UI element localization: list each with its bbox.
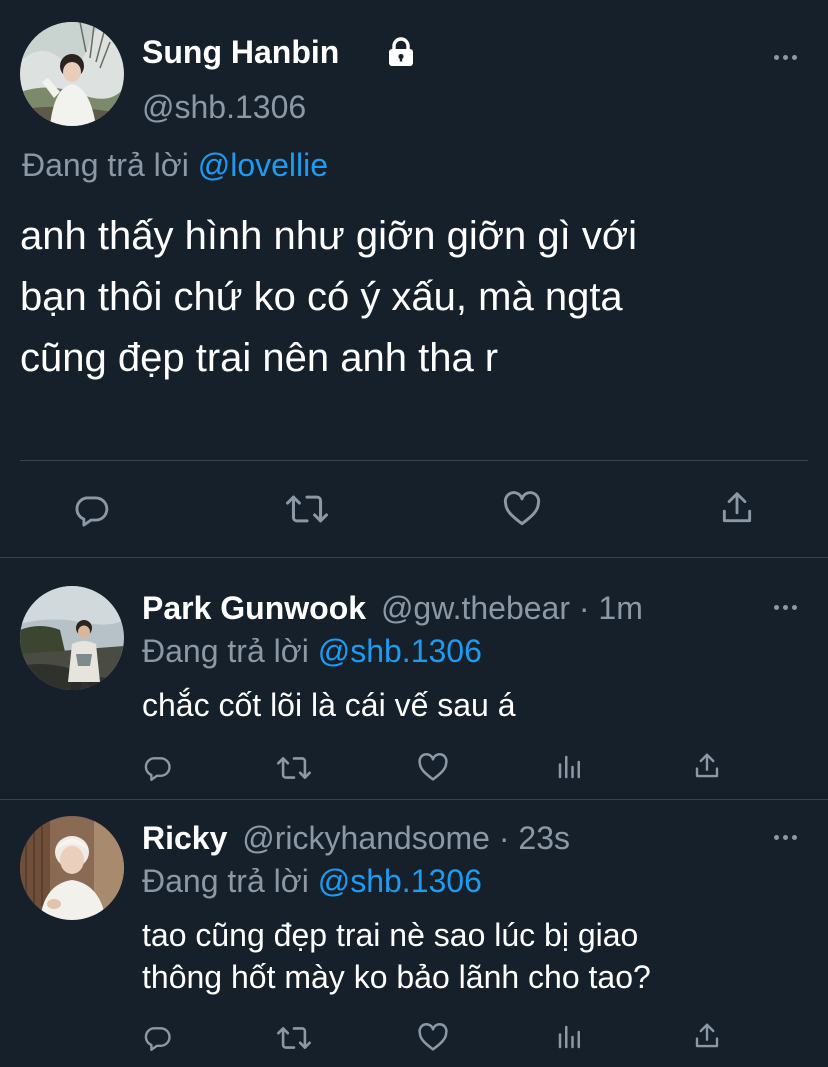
reply-icon[interactable] [72, 490, 110, 528]
timestamp[interactable]: · 23s [499, 820, 570, 856]
share-icon[interactable] [718, 489, 756, 527]
handle[interactable]: @shb.1306 [142, 88, 306, 126]
more-icon[interactable] [774, 832, 802, 842]
tweet-text-line: anh thấy hình như giỡn giỡn gì với [20, 214, 637, 258]
retweet-icon[interactable] [285, 490, 329, 528]
tweet-text: chắc cốt lõi là cái vế sau á [142, 685, 516, 725]
tweet-text-line: chắc cốt lõi là cái vế sau á [142, 687, 516, 723]
replying-prefix: Đang trả lời [22, 147, 189, 183]
timestamp[interactable]: · 1m [579, 590, 643, 626]
like-icon[interactable] [502, 491, 542, 527]
display-name[interactable]: Ricky [142, 820, 227, 856]
replying-prefix: Đang trả lời [142, 633, 309, 669]
divider [0, 799, 828, 800]
replying-to-link[interactable]: @shb.1306 [318, 633, 482, 669]
more-icon[interactable] [774, 602, 802, 612]
avatar[interactable] [20, 22, 124, 126]
tweet-text-line: tao cũng đẹp trai nè sao lúc bị giao [142, 917, 639, 953]
divider [20, 460, 808, 461]
analytics-icon[interactable] [555, 1022, 585, 1052]
retweet-icon[interactable] [276, 753, 312, 783]
analytics-icon[interactable] [555, 752, 585, 782]
tweet-text-line: bạn thôi chứ ko có ý xấu, mà ngta [20, 275, 623, 319]
avatar[interactable] [20, 816, 124, 920]
tweet-text-line: thông hốt mày ko bảo lãnh cho tao? [142, 959, 651, 995]
handle[interactable]: @gw.thebear [381, 590, 570, 626]
replying-to-link[interactable]: @shb.1306 [318, 863, 482, 899]
lock-icon [386, 37, 416, 67]
more-icon[interactable] [774, 52, 802, 62]
tweet-text: tao cũng đẹp trai nè sao lúc bị giao thô… [142, 914, 651, 998]
replying-to: Đang trả lời @shb.1306 [142, 862, 482, 900]
display-name[interactable]: Sung Hanbin [142, 33, 339, 71]
share-icon[interactable] [692, 751, 722, 781]
replying-prefix: Đang trả lời [142, 863, 309, 899]
tweet-text-line: cũng đẹp trai nên anh tha r [20, 336, 499, 380]
avatar[interactable] [20, 586, 124, 690]
handle[interactable]: @rickyhandsome [242, 820, 490, 856]
reply-header: Ricky @rickyhandsome · 23s [142, 819, 570, 857]
tweet-text: anh thấy hình như giỡn giỡn gì với bạn t… [20, 206, 637, 389]
replying-to: Đang trả lời @shb.1306 [142, 632, 482, 670]
like-icon[interactable] [417, 753, 449, 782]
display-name[interactable]: Park Gunwook [142, 590, 366, 626]
reply-icon[interactable] [142, 1022, 172, 1052]
like-icon[interactable] [417, 1023, 449, 1052]
reply-header: Park Gunwook @gw.thebear · 1m [142, 589, 643, 627]
divider [0, 557, 828, 558]
replying-to-link[interactable]: @lovellie [198, 147, 328, 183]
retweet-icon[interactable] [276, 1023, 312, 1053]
share-icon[interactable] [692, 1021, 722, 1051]
replying-to: Đang trả lời @lovellie [22, 146, 328, 184]
reply-icon[interactable] [142, 752, 172, 782]
